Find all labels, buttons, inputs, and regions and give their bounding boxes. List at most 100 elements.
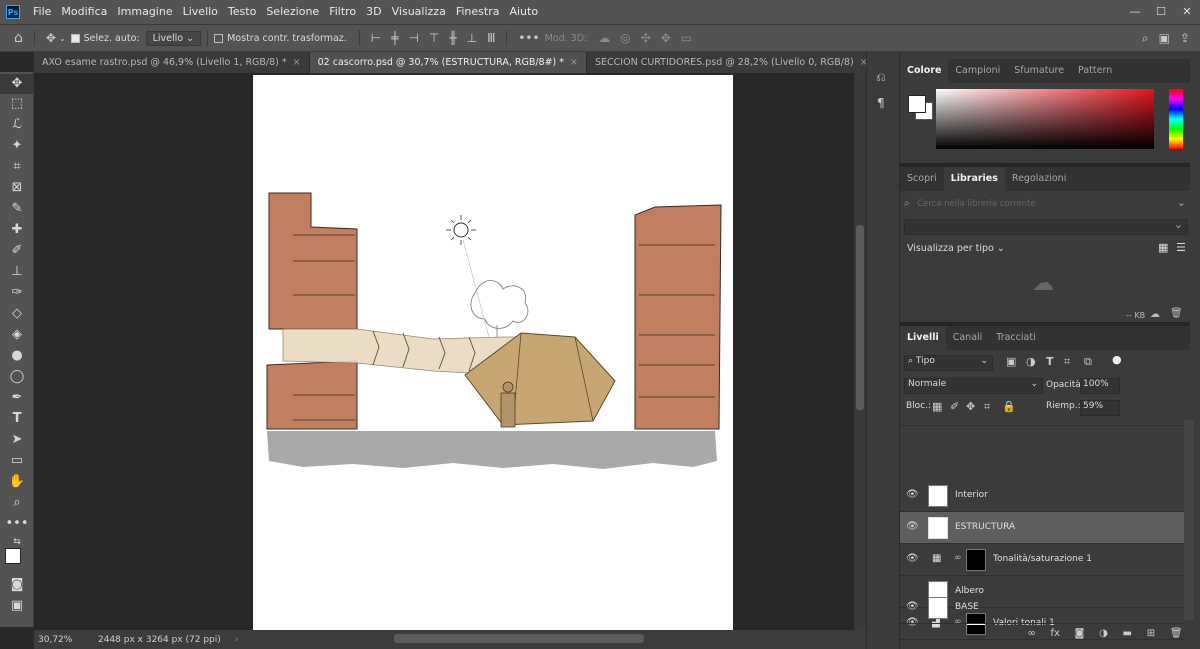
align-center-icon[interactable]: ╪ — [391, 31, 398, 45]
drag-3d-icon[interactable]: ✣ — [641, 31, 651, 45]
frame-tool-icon[interactable]: ⊠ — [0, 178, 34, 198]
orbit-3d-icon[interactable]: ☁ — [598, 31, 610, 45]
marquee-tool-icon[interactable]: ⬚ — [0, 94, 34, 114]
tab-axo-esame[interactable]: AXO esame rastro.psd @ 46,9% (Livello 1,… — [34, 52, 310, 73]
workspace-icon[interactable]: ▣ — [1159, 31, 1170, 45]
move-tool-icon[interactable]: ✥ — [46, 31, 56, 45]
vertical-scroll-thumb[interactable] — [856, 225, 864, 410]
tab-regolazioni[interactable]: Regolazioni — [1005, 167, 1073, 191]
eyedropper-icon[interactable]: ✎ — [0, 199, 34, 219]
tab-canali[interactable]: Canali — [946, 326, 990, 350]
roll-3d-icon[interactable]: ◎ — [620, 31, 630, 45]
layer-row-interior[interactable]: 👁 Interior — [900, 480, 1184, 512]
opacity-field[interactable]: 100% — [1080, 378, 1120, 394]
lock-pixels-icon[interactable]: ✐ — [950, 400, 959, 413]
align-right-icon[interactable]: ⊣ — [408, 31, 418, 45]
partial-layer-row[interactable] — [900, 422, 1184, 426]
path-select-icon[interactable]: ➤ — [0, 430, 34, 450]
history-panel-icon[interactable]: ⎌ — [876, 70, 886, 85]
align-bottom-icon[interactable]: ⊥ — [467, 31, 477, 45]
paint-bucket-icon[interactable]: ◈ — [0, 325, 34, 345]
menu-finestra[interactable]: Finestra — [451, 0, 505, 24]
maximize-button[interactable]: ☐ — [1148, 0, 1174, 24]
new-group-icon[interactable]: ▬ — [1123, 628, 1132, 644]
more-options-icon[interactable]: ••• — [518, 31, 539, 45]
share-icon[interactable]: ⇪ — [1180, 31, 1190, 45]
chevron-down-icon[interactable]: ⌄ — [1177, 196, 1186, 209]
rectangle-tool-icon[interactable]: ▭ — [0, 451, 34, 471]
lasso-tool-icon[interactable]: ℒ — [0, 115, 34, 135]
adjustment-filter-icon[interactable]: ◑ — [1026, 355, 1036, 368]
link-icon[interactable]: ∞ — [954, 553, 962, 563]
paragraph-panel-icon[interactable]: ¶ — [877, 96, 885, 110]
menu-selezione[interactable]: Selezione — [261, 0, 324, 24]
menu-testo[interactable]: Testo — [223, 0, 261, 24]
tab-libraries[interactable]: Libraries — [943, 167, 1005, 191]
zoom-level[interactable]: 30,72% — [38, 635, 88, 645]
menu-3d[interactable]: 3D — [361, 0, 386, 24]
chevron-right-icon[interactable]: › — [235, 635, 239, 645]
auto-select-dropdown[interactable]: Livello ⌄ — [145, 30, 202, 46]
eraser-tool-icon[interactable]: ◇ — [0, 304, 34, 324]
auto-select-checkbox[interactable]: Selez. auto: — [70, 33, 140, 44]
add-mask-icon[interactable]: ◙ — [1075, 628, 1085, 644]
camera-3d-icon[interactable]: ▭ — [681, 31, 692, 45]
quick-mask-icon[interactable]: ◙ — [0, 575, 34, 595]
checkbox-icon[interactable] — [214, 33, 224, 43]
menu-livello[interactable]: Livello — [178, 0, 223, 24]
chevron-down-icon[interactable]: ⌄ — [59, 34, 66, 43]
blur-tool-icon[interactable]: ● — [0, 346, 34, 366]
horizontal-scroll-thumb[interactable] — [394, 634, 644, 643]
eye-icon[interactable]: 👁 — [906, 521, 919, 532]
color-field[interactable] — [936, 89, 1154, 149]
new-adjustment-icon[interactable]: ◑ — [1099, 628, 1108, 644]
menu-file[interactable]: File — [28, 0, 56, 24]
layer-row-base[interactable]: 👁 BASE — [900, 592, 1184, 624]
layers-scrollbar[interactable] — [1184, 420, 1194, 620]
screen-mode-icon[interactable]: ▣ — [0, 596, 34, 616]
library-search-field[interactable]: ⌕ Cerca nella libreria corrente ⌄ — [904, 196, 1186, 213]
stamp-tool-icon[interactable]: ⊥ — [0, 262, 34, 282]
blend-mode-dropdown[interactable]: Normale ⌄ — [904, 378, 1043, 394]
cloud-sync-icon[interactable]: ☁ — [1150, 309, 1160, 320]
close-icon[interactable]: × — [293, 57, 301, 68]
menu-modifica[interactable]: Modifica — [56, 0, 112, 24]
align-left-icon[interactable]: ⊢ — [371, 31, 381, 45]
document-canvas[interactable] — [253, 75, 733, 630]
foreground-color-swatch[interactable] — [5, 548, 21, 564]
eye-icon[interactable]: 👁 — [906, 601, 919, 612]
fill-field[interactable]: 59% — [1080, 400, 1120, 416]
layer-filter-dropdown[interactable]: ⌕ Tipo ⌄ — [904, 355, 993, 371]
chevron-down-icon[interactable]: ⌄ — [1174, 218, 1183, 231]
tab-colore[interactable]: Colore — [900, 59, 949, 83]
history-brush-icon[interactable]: ✑ — [0, 283, 34, 303]
close-button[interactable]: ✕ — [1174, 0, 1200, 24]
checkbox-icon[interactable] — [70, 33, 80, 43]
menu-immagine[interactable]: Immagine — [112, 0, 177, 24]
menu-filtro[interactable]: Filtro — [324, 0, 361, 24]
layer-style-icon[interactable]: fx — [1050, 628, 1059, 644]
canvas-area[interactable] — [34, 73, 854, 630]
layer-mask-thumbnail[interactable] — [966, 549, 986, 571]
eye-icon[interactable]: 👁 — [906, 553, 919, 564]
filter-toggle-icon[interactable]: ● — [1112, 353, 1122, 366]
new-layer-icon[interactable]: ⊞ — [1147, 628, 1155, 644]
move-tool-icon[interactable]: ✥ — [0, 74, 34, 94]
magic-wand-icon[interactable]: ✦ — [0, 136, 34, 156]
link-layers-icon[interactable]: ∞ — [1027, 628, 1035, 644]
layer-row-estructura[interactable]: 👁 ESTRUCTURA — [900, 512, 1184, 544]
grid-view-icon[interactable]: ▦ — [1158, 241, 1168, 254]
tab-sfumature[interactable]: Sfumature — [1007, 59, 1071, 83]
type-tool-icon[interactable]: T — [0, 409, 34, 429]
lock-position-icon[interactable]: ✥ — [966, 400, 975, 413]
tab-campioni[interactable]: Campioni — [948, 59, 1007, 83]
foreground-color-chip[interactable] — [908, 95, 926, 113]
close-icon[interactable]: × — [570, 57, 578, 68]
layer-row-hue-saturation[interactable]: 👁 ▦ ∞ Tonalità/saturazione 1 — [900, 544, 1184, 576]
crop-tool-icon[interactable]: ⌗ — [0, 157, 34, 177]
trash-icon[interactable]: 🗑 — [1170, 308, 1183, 319]
hand-tool-icon[interactable]: ✋ — [0, 472, 34, 492]
distribute-icon[interactable]: Ⅲ — [487, 31, 495, 45]
pen-tool-icon[interactable]: ✒ — [0, 388, 34, 408]
tab-seccion-curtidores[interactable]: SECCION CURTIDORES.psd @ 28,2% (Livello … — [587, 52, 877, 73]
